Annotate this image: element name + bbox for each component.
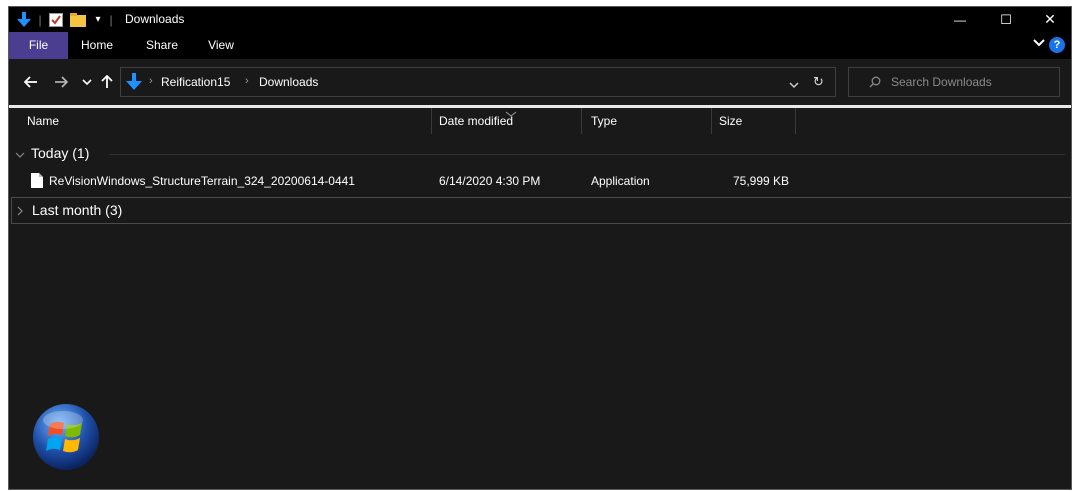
- column-header: Name Date modified Type Size: [9, 108, 1071, 134]
- close-button[interactable]: ✕: [1027, 7, 1071, 32]
- sort-indicator-icon: [505, 106, 517, 120]
- file-type: Application: [591, 174, 650, 188]
- column-date-modified[interactable]: Date modified: [439, 108, 513, 134]
- qa-separator: |: [109, 12, 113, 27]
- download-arrow-icon[interactable]: [15, 7, 33, 32]
- search-icon: [869, 76, 881, 91]
- downloads-location-icon: [126, 73, 142, 94]
- column-divider[interactable]: [711, 108, 712, 134]
- file-date-modified: 6/14/2020 4:30 PM: [439, 174, 541, 188]
- window-title: Downloads: [125, 12, 185, 26]
- explorer-window: | ▾ | Downloads — ☐ ✕ File Home Share Vi…: [8, 6, 1072, 490]
- breadcrumb-separator: ›: [245, 75, 249, 87]
- tab-file[interactable]: File: [9, 32, 68, 59]
- tab-share[interactable]: Share: [137, 32, 187, 59]
- group-label: Today (1): [31, 145, 90, 161]
- file-row[interactable]: ReVisionWindows_StructureTerrain_324_202…: [9, 170, 1071, 192]
- properties-check-icon[interactable]: [47, 7, 65, 32]
- column-divider[interactable]: [581, 108, 582, 134]
- search-box[interactable]: Search Downloads: [848, 67, 1060, 97]
- column-name[interactable]: Name: [27, 108, 59, 134]
- file-size: 75,999 KB: [733, 174, 790, 188]
- group-divider: [109, 154, 1065, 155]
- column-size[interactable]: Size: [719, 108, 742, 134]
- group-expanded-chevron-icon[interactable]: [15, 148, 25, 158]
- breadcrumb-downloads[interactable]: Downloads: [259, 75, 318, 89]
- navigation-bar: › Reification15 › Downloads ↻ Search Dow…: [9, 59, 1071, 105]
- minimize-button[interactable]: —: [937, 7, 983, 32]
- new-folder-icon[interactable]: [69, 7, 87, 32]
- help-icon[interactable]: ?: [1049, 37, 1065, 53]
- tab-view[interactable]: View: [199, 32, 243, 59]
- up-arrow-icon[interactable]: [97, 72, 117, 92]
- group-label: Last month (3): [32, 202, 123, 218]
- group-collapsed-chevron-icon[interactable]: [16, 205, 26, 216]
- column-type[interactable]: Type: [591, 108, 617, 134]
- group-last-month[interactable]: Last month (3): [11, 197, 1071, 224]
- maximize-button[interactable]: ☐: [983, 7, 1029, 32]
- document-icon: [31, 173, 43, 191]
- customize-dropdown-icon[interactable]: ▾: [91, 7, 105, 32]
- ribbon: File Home Share View ?: [9, 32, 1071, 59]
- expand-ribbon-icon[interactable]: [1033, 38, 1045, 51]
- forward-arrow-icon[interactable]: [51, 72, 71, 92]
- title-bar: | ▾ | Downloads — ☐ ✕: [9, 7, 1071, 32]
- tab-home[interactable]: Home: [75, 32, 119, 59]
- recent-chevron-icon[interactable]: [77, 72, 97, 92]
- refresh-icon[interactable]: ↻: [813, 74, 824, 90]
- breadcrumb-separator: ›: [149, 75, 153, 87]
- qa-separator: |: [38, 12, 42, 27]
- windows-orb-icon: [31, 402, 101, 472]
- back-arrow-icon[interactable]: [21, 72, 41, 92]
- file-name: ReVisionWindows_StructureTerrain_324_202…: [49, 174, 355, 188]
- breadcrumb-reification15[interactable]: Reification15: [161, 75, 230, 89]
- column-divider[interactable]: [431, 108, 432, 134]
- address-history-chevron-icon[interactable]: [789, 78, 799, 92]
- search-placeholder: Search Downloads: [891, 75, 992, 89]
- column-divider[interactable]: [795, 108, 796, 134]
- address-bar[interactable]: › Reification15 › Downloads ↻: [120, 67, 836, 97]
- group-today[interactable]: Today (1): [9, 142, 1071, 166]
